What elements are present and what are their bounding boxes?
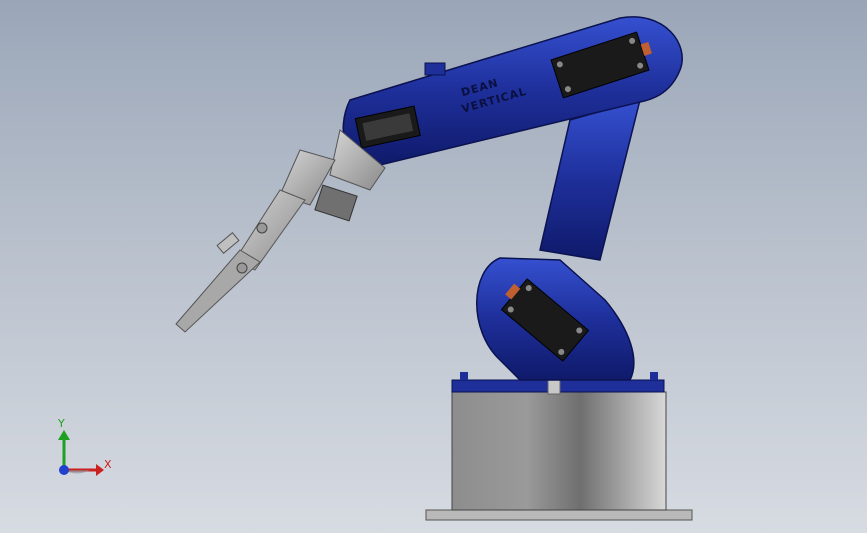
- z-axis-dot: [59, 465, 69, 475]
- coordinate-triad: X Y: [57, 417, 112, 476]
- robot-base[interactable]: [425, 372, 693, 521]
- upper-arm-link[interactable]: DEAN VERTICAL: [342, 16, 683, 167]
- x-axis-arrowhead: [96, 464, 104, 476]
- cad-viewport[interactable]: DEAN VERTICAL X Y: [0, 0, 867, 533]
- y-axis-label: Y: [57, 417, 65, 430]
- gripper-assembly[interactable]: [175, 129, 386, 333]
- model-canvas[interactable]: DEAN VERTICAL X Y: [0, 0, 867, 533]
- x-axis-label: X: [104, 458, 112, 471]
- shoulder-link[interactable]: [476, 98, 642, 381]
- y-axis-arrowhead: [58, 430, 70, 440]
